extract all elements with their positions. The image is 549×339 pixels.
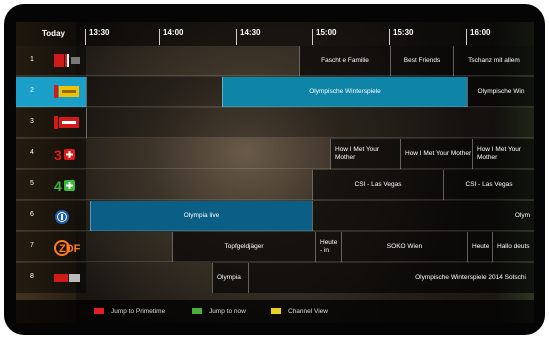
- srfinfo-logo-icon: [54, 116, 79, 129]
- srf1-logo-icon: [54, 54, 80, 67]
- time-slot: 16:00: [466, 29, 490, 45]
- program-cell[interactable]: How I Met Your Mother: [400, 139, 472, 169]
- program-cell[interactable]: Heute: [467, 232, 492, 262]
- program-cell[interactable]: Olympia live: [90, 201, 312, 231]
- channel-cell[interactable]: 3: [16, 108, 86, 138]
- svg-text:3: 3: [54, 147, 62, 162]
- time-slot: 15:00: [312, 29, 336, 45]
- channel-row: 4 3 How I Met Your Mother How I Met Your…: [16, 139, 534, 169]
- program-cell-empty[interactable]: [86, 108, 534, 138]
- 4plus-logo-icon: 4: [54, 178, 75, 193]
- channel-row: 7 ZDF Topfgeldjäger Heute - in SOKO Wien…: [16, 232, 534, 262]
- program-cell[interactable]: Olym: [312, 201, 534, 231]
- channel-cell[interactable]: 7 ZDF: [16, 232, 86, 262]
- time-slot: 14:30: [236, 29, 260, 45]
- channel-cell[interactable]: 8: [16, 263, 86, 293]
- channel-view-key[interactable]: Channel View: [271, 308, 328, 315]
- now-key[interactable]: Jump to now: [192, 308, 246, 315]
- program-cell-empty[interactable]: [86, 77, 222, 107]
- program-cell[interactable]: Fascht e Familie: [299, 46, 390, 76]
- program-cell[interactable]: Best Friends: [390, 46, 453, 76]
- program-cell[interactable]: Olympia: [212, 263, 248, 293]
- svg-text:4: 4: [54, 178, 62, 193]
- channel-cell[interactable]: 1: [16, 46, 86, 76]
- channel-number: 1: [30, 56, 34, 63]
- srfzwei-logo-icon: [54, 85, 79, 98]
- channel-row: 1 Fascht e Familie Best Friends Tschanz …: [16, 46, 534, 76]
- program-cell[interactable]: Hallo deuts: [492, 232, 534, 262]
- channel-number: 8: [30, 273, 34, 280]
- channel-view-label: Channel View: [288, 308, 328, 315]
- channel-cell[interactable]: 6: [16, 201, 86, 231]
- green-key-icon: [192, 308, 202, 315]
- epg-screen: Today 13:30 14:00 14:30 15:00 15:30 16:0…: [16, 22, 534, 323]
- program-cell[interactable]: SOKO Wien: [341, 232, 467, 262]
- channel-number: 4: [30, 149, 34, 156]
- zdf-logo-icon: ZDF: [54, 240, 81, 256]
- primetime-label: Jump to Primetime: [111, 308, 166, 315]
- program-cell[interactable]: Olympische Winterspiele 2014 Sotschi: [248, 263, 534, 293]
- channel-number: 3: [30, 118, 34, 125]
- channel-number: 7: [30, 242, 34, 249]
- program-cell[interactable]: Topfgeldjäger: [172, 232, 315, 262]
- channel-number: 2: [30, 87, 34, 94]
- color-key-bar: Jump to Primetime Jump to now Channel Vi…: [16, 300, 534, 323]
- time-slot: 14:00: [159, 29, 183, 45]
- channel-number: 6: [30, 211, 34, 218]
- channel-number: 5: [30, 180, 34, 187]
- tablet-frame: Today 13:30 14:00 14:30 15:00 15:30 16:0…: [4, 4, 545, 335]
- program-cell-selected[interactable]: Olympische Winterspiele: [222, 77, 467, 107]
- channel-cell[interactable]: 4 3: [16, 139, 86, 169]
- program-cell[interactable]: Tschanz mit allem: [453, 46, 534, 76]
- channel-row: 5 4 CSI - Las Vegas CSI - Las Vegas: [16, 170, 534, 200]
- orf-eins-logo-icon: [54, 274, 80, 282]
- program-cell[interactable]: CSI - Las Vegas: [312, 170, 443, 200]
- channel-cell-selected[interactable]: 2: [16, 77, 86, 107]
- channel-cell[interactable]: 5 4: [16, 170, 86, 200]
- today-label: Today: [42, 29, 65, 38]
- primetime-key[interactable]: Jump to Primetime: [94, 308, 165, 315]
- svg-text:ZDF: ZDF: [59, 243, 81, 255]
- program-cell[interactable]: Olympische Win: [467, 77, 534, 107]
- program-cell[interactable]: Heute - in: [315, 232, 341, 262]
- time-slot: 15:30: [389, 29, 413, 45]
- yellow-key-icon: [271, 308, 281, 315]
- channel-row: 2 Olympische Winterspiele Olympische Win: [16, 77, 534, 107]
- time-slot: 13:30: [85, 29, 109, 45]
- now-label: Jump to now: [209, 308, 246, 315]
- program-cell[interactable]: How I Met Your Mother: [472, 139, 534, 169]
- timeline-header: Today 13:30 14:00 14:30 15:00 15:30 16:0…: [16, 22, 534, 46]
- red-key-icon: [94, 308, 104, 315]
- program-cell[interactable]: How I Met Your Mother: [330, 139, 400, 169]
- das-erste-logo-icon: [55, 210, 69, 224]
- channel-row: 6 Olympia live Olym: [16, 201, 534, 231]
- 3plus-logo-icon: 3: [54, 147, 75, 162]
- program-cell[interactable]: CSI - Las Vegas: [443, 170, 534, 200]
- channel-row: 3: [16, 108, 534, 138]
- channel-row: 8 Olympia Olympische Winterspiele 2014 S…: [16, 263, 534, 293]
